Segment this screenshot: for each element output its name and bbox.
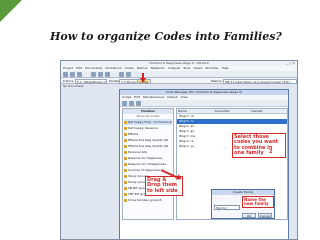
dialog-title: Create Family — [212, 190, 274, 195]
name-family-callout: Name the new family — [242, 196, 274, 208]
family-icon — [124, 120, 127, 124]
cancel-button[interactable]: Cancel — [258, 213, 272, 218]
family-icon — [124, 126, 127, 130]
copy-icon[interactable] — [98, 72, 103, 77]
family-item[interactable]: Show families group B — [124, 197, 172, 203]
documents-bar: P-Docs P-1: WasteBlogs1.vr Quotes 1:3 Mo… — [61, 78, 297, 84]
network-icon[interactable] — [119, 72, 124, 77]
select-codes-callout: Select those codes you want to combine i… — [232, 133, 286, 158]
create-family-dialog: Create Family Name the new family Family… — [211, 189, 275, 219]
family-icon — [124, 186, 127, 190]
arrow-to-codes-head — [140, 78, 146, 83]
code-manager-toolbar — [120, 100, 288, 107]
family-icon — [124, 198, 127, 202]
no-document-label: No Document — [63, 84, 84, 88]
memos-label: Memos — [211, 79, 222, 83]
family-name-input[interactable]: Family! — [214, 205, 240, 210]
atlas-toolbar — [61, 71, 297, 78]
open-icon[interactable] — [70, 72, 75, 77]
family-icon — [124, 150, 127, 154]
family-icon — [124, 168, 127, 172]
col-grounded[interactable]: Grounded — [214, 109, 251, 113]
atlas-screenshot: Children & Happiness stage II - ATLAS.ti… — [60, 60, 298, 240]
col-name[interactable]: Name — [177, 109, 214, 113]
slide-title: How to organize Codes into Families? — [50, 30, 282, 43]
query-icon[interactable] — [126, 72, 131, 77]
corner-decoration — [0, 0, 22, 22]
atlas-window-title: Children & Happiness stage II - ATLAS.ti — [149, 61, 209, 65]
code-properties-icon[interactable] — [136, 101, 141, 106]
col-density[interactable]: Density — [250, 109, 287, 113]
p-docs-combo[interactable]: P-1: WasteBlogs1.vr — [75, 78, 107, 84]
step-number: 2 — [269, 149, 273, 155]
memos-combo[interactable]: ME-11 Description of a project known (3/… — [223, 78, 297, 84]
families-panel: Families Show all Codes Def happy Freq.:… — [122, 108, 174, 220]
family-icon — [124, 180, 127, 184]
family-icon — [124, 192, 127, 196]
delete-code-icon[interactable] — [129, 101, 134, 106]
new-code-icon[interactable] — [122, 101, 127, 106]
cut-icon[interactable] — [91, 72, 96, 77]
family-icon — [124, 174, 127, 178]
family-icon — [124, 162, 127, 166]
family-icon — [124, 144, 127, 148]
paste-icon[interactable] — [105, 72, 110, 77]
family-icon — [124, 138, 127, 142]
new-project-icon[interactable] — [63, 72, 68, 77]
ok-button[interactable]: OK — [242, 213, 256, 218]
save-icon[interactable] — [77, 72, 82, 77]
family-icon — [124, 156, 127, 160]
family-icon — [124, 132, 127, 136]
